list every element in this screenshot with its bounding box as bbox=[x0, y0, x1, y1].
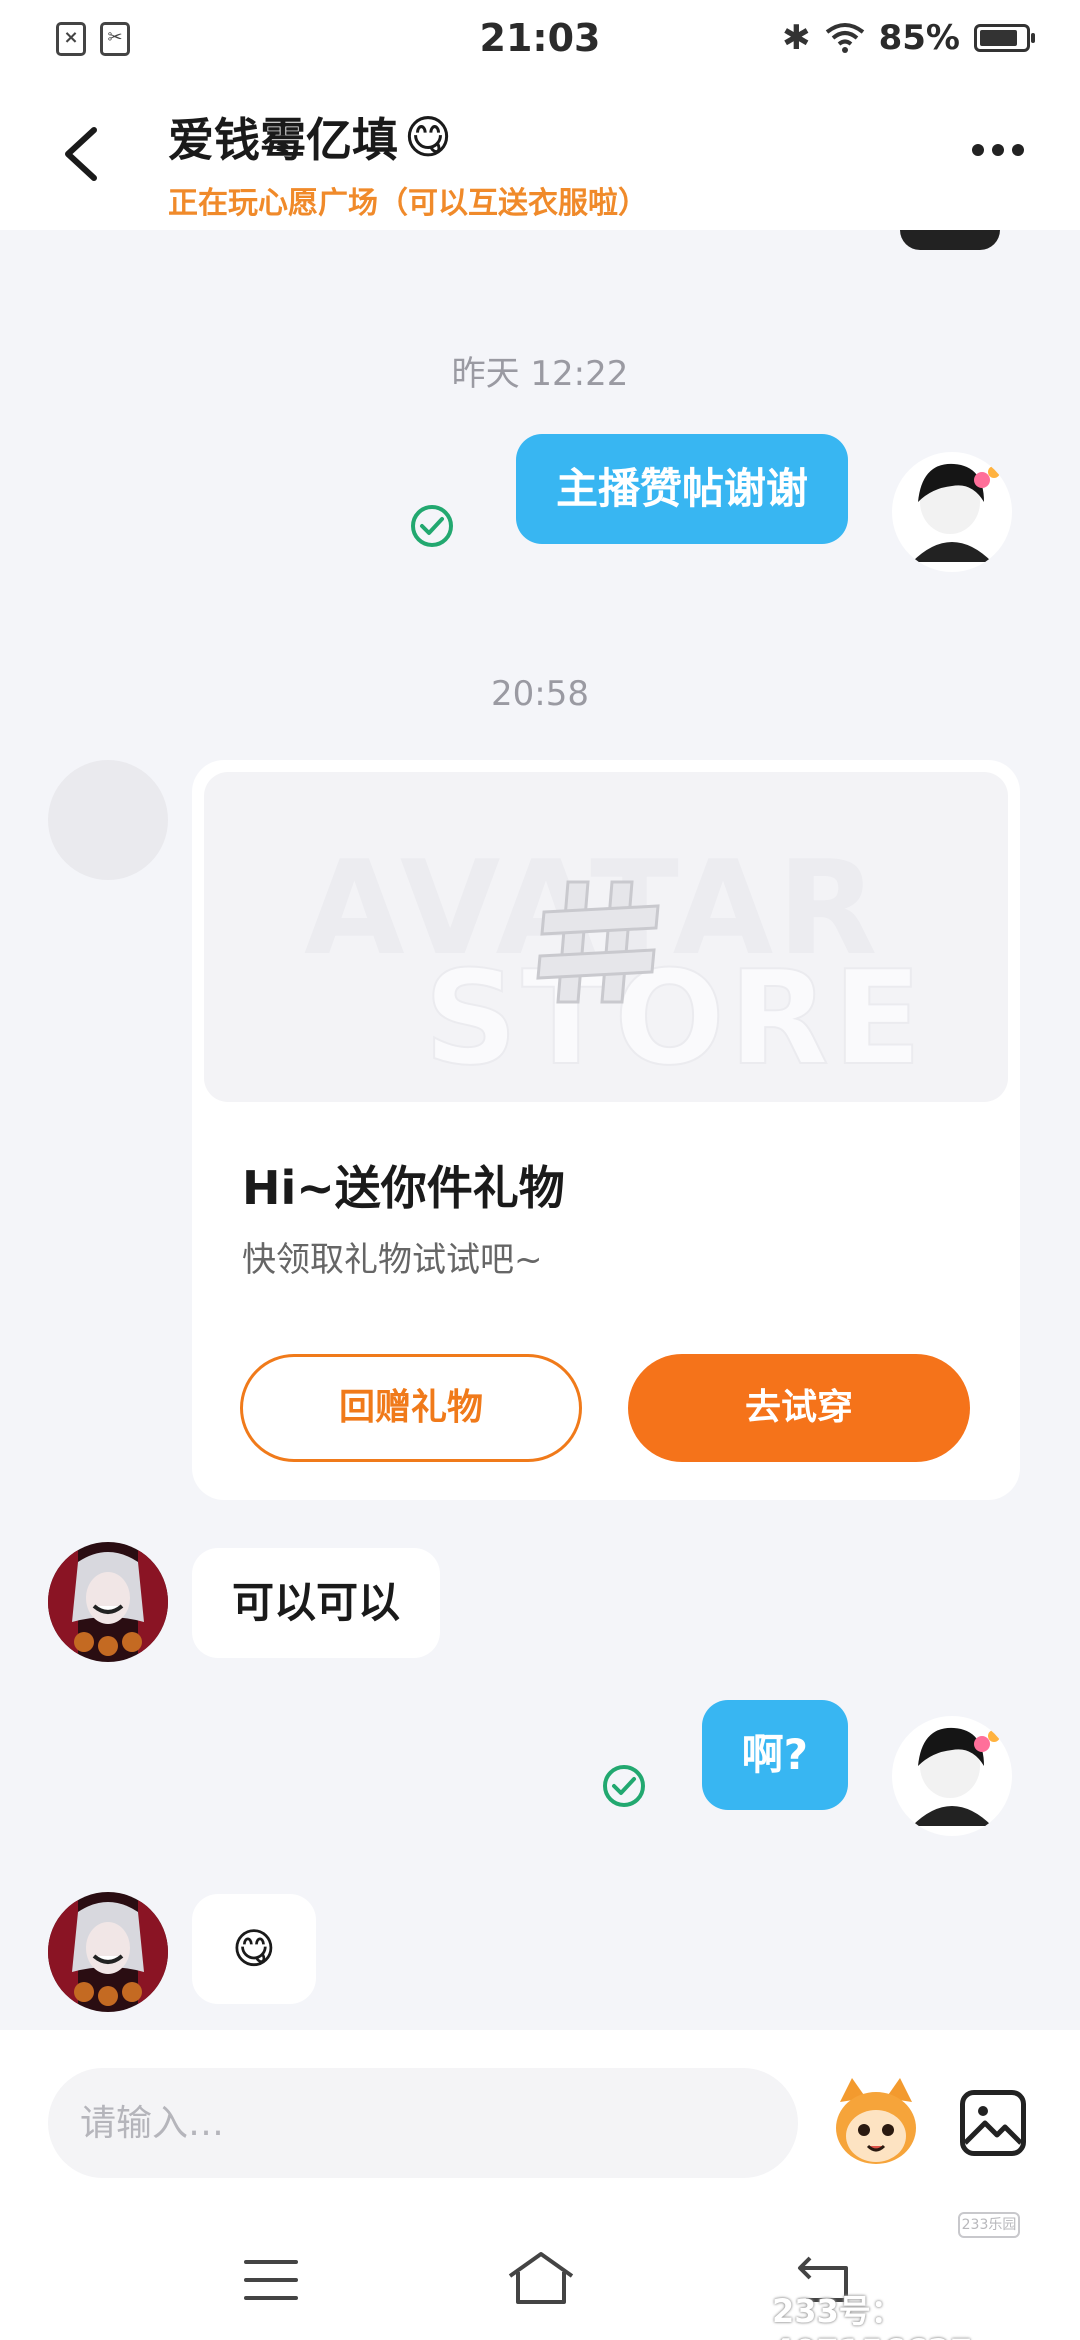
self-avatar-image bbox=[892, 452, 1012, 572]
menu-line bbox=[244, 2260, 298, 2264]
bluetooth-icon: ✱ bbox=[782, 18, 811, 58]
menu-line bbox=[244, 2296, 298, 2300]
input-bar bbox=[0, 2030, 1080, 2210]
sent-check-icon bbox=[603, 1765, 645, 1807]
timestamp: 20:58 bbox=[491, 674, 589, 714]
sender-avatar-placeholder[interactable] bbox=[48, 760, 168, 880]
watermark-logo: 233乐园 bbox=[958, 2212, 1020, 2238]
chat-header: 爱钱霉亿填 😋 正在玩心愿广场（可以互送衣服啦） bbox=[0, 84, 1080, 230]
battery-fill bbox=[980, 30, 1018, 46]
chat-subtitle: 正在玩心愿广场（可以互送衣服啦） bbox=[168, 186, 648, 221]
gift-description: 快领取礼物试试吧~ bbox=[242, 1240, 543, 1280]
friend-avatar[interactable] bbox=[48, 1892, 168, 2012]
more-options-button[interactable] bbox=[972, 144, 1024, 156]
self-avatar[interactable] bbox=[892, 1716, 1012, 1836]
try-on-button[interactable]: 去试穿 bbox=[628, 1354, 970, 1462]
friend-avatar-image bbox=[48, 1892, 168, 2012]
hash-icon bbox=[536, 880, 660, 1004]
battery-icon bbox=[974, 24, 1035, 52]
gift-card[interactable]: AVATAR STORE Hi~送你件礼物 快领取礼物试试吧~ 回赠礼物 去试穿 bbox=[192, 760, 1020, 1500]
chat-messages-area[interactable]: 昨天 12:22 主播赞帖谢谢 20:58 AVATAR STORE bbox=[0, 230, 1080, 2030]
friend-avatar[interactable] bbox=[48, 1542, 168, 1662]
recent-apps-button[interactable] bbox=[244, 2260, 298, 2300]
timestamp: 昨天 12:22 bbox=[451, 354, 629, 394]
gift-title: Hi~送你件礼物 bbox=[242, 1161, 565, 1215]
title-emoji: 😋 bbox=[404, 110, 452, 164]
self-avatar-image bbox=[892, 1716, 1012, 1836]
chat-title-text: 爱钱霉亿填 bbox=[168, 113, 398, 167]
emoji-button[interactable] bbox=[826, 2072, 926, 2172]
more-dot bbox=[972, 144, 984, 156]
return-gift-button[interactable]: 回赠礼物 bbox=[240, 1354, 582, 1462]
more-dot bbox=[1012, 144, 1024, 156]
friend-avatar-image bbox=[48, 1542, 168, 1662]
status-right-icons: ✱ 85% bbox=[782, 18, 1035, 58]
sent-check-icon bbox=[411, 505, 453, 547]
wifi-icon bbox=[825, 23, 864, 53]
message-bubble-out[interactable]: 啊? bbox=[701, 1700, 848, 1810]
message-bubble-in[interactable]: 😋 bbox=[192, 1894, 316, 2004]
image-icon bbox=[965, 2106, 1021, 2145]
banner-text: STORE bbox=[423, 941, 926, 1095]
self-avatar[interactable] bbox=[892, 452, 1012, 572]
chat-title[interactable]: 爱钱霉亿填 😋 bbox=[168, 104, 648, 170]
more-dot bbox=[992, 144, 1004, 156]
message-bubble-out[interactable]: 主播赞帖谢谢 bbox=[515, 434, 848, 544]
back-icon[interactable] bbox=[56, 124, 106, 184]
gift-banner: AVATAR STORE bbox=[204, 772, 1008, 1102]
home-button[interactable] bbox=[506, 2250, 576, 2306]
image-picker-button[interactable] bbox=[960, 2090, 1026, 2156]
battery-percent: 85% bbox=[878, 18, 960, 58]
watermark-text: 233号：407156627 bbox=[772, 2292, 972, 2340]
title-block: 爱钱霉亿填 😋 正在玩心愿广场（可以互送衣服啦） bbox=[168, 104, 648, 222]
partial-avatar bbox=[900, 230, 1000, 250]
menu-line bbox=[244, 2278, 298, 2282]
message-input[interactable] bbox=[48, 2068, 798, 2178]
message-bubble-in[interactable]: 可以可以 bbox=[192, 1548, 441, 1658]
status-bar: × ✂ 21:03 ✱ 85% bbox=[0, 0, 1080, 84]
